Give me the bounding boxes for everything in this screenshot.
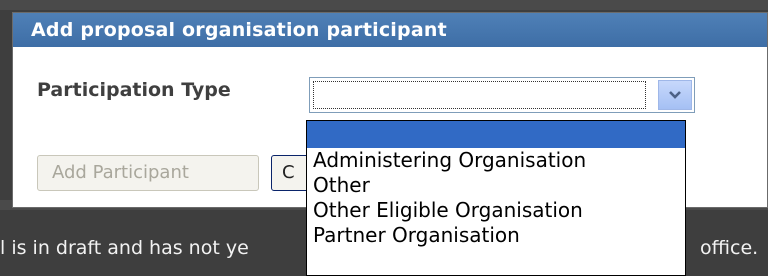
background-status-text: l is in draft and has not ye — [0, 237, 249, 259]
background-status-text-end: office. — [700, 237, 759, 259]
background-strip — [0, 0, 768, 10]
option-other-eligible-organisation[interactable]: Other Eligible Organisation — [307, 198, 685, 223]
option-blank[interactable] — [307, 121, 685, 148]
select-current-value — [313, 81, 646, 109]
participation-type-options: Administering Organisation Other Other E… — [306, 120, 686, 276]
cancel-button[interactable]: C — [271, 155, 311, 191]
participation-type-label: Participation Type — [37, 79, 231, 101]
add-participant-button[interactable]: Add Participant — [37, 155, 259, 191]
option-partner-organisation[interactable]: Partner Organisation — [307, 223, 685, 248]
chevron-down-icon[interactable] — [658, 80, 692, 110]
participation-type-select[interactable] — [309, 77, 695, 113]
option-administering-organisation[interactable]: Administering Organisation — [307, 148, 685, 173]
dialog-title: Add proposal organisation participant — [13, 13, 767, 47]
option-other[interactable]: Other — [307, 173, 685, 198]
